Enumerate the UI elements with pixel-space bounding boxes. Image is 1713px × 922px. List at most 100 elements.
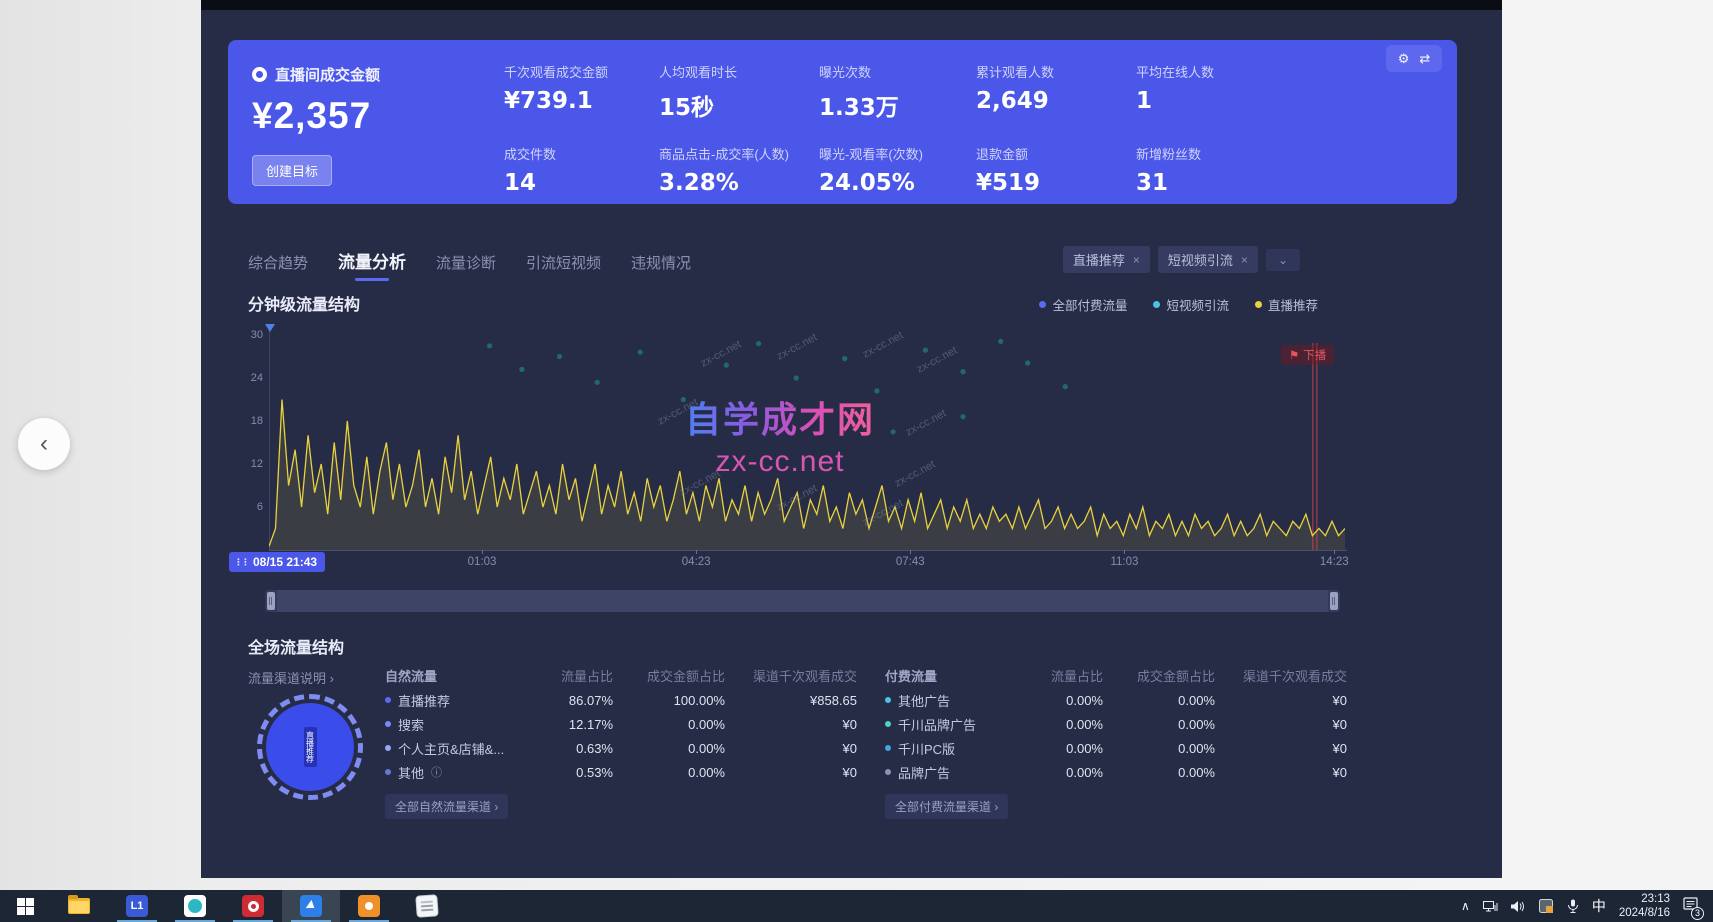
banner-tools: ⚙ ⇄ [1386, 45, 1442, 72]
metric-label: 成交件数 [504, 144, 659, 163]
legend-item-paid[interactable]: 全部付费流量 [1039, 295, 1127, 314]
minute-traffic-chart: 302418126 zx-cc.netzx-cc.netzx-cc.netzx-… [245, 323, 1349, 585]
x-tick-mark [1334, 550, 1335, 554]
swap-icon[interactable]: ⇄ [1419, 51, 1430, 67]
gear-icon[interactable]: ⚙ [1398, 51, 1410, 67]
notification-center-icon[interactable]: 3 [1683, 897, 1699, 916]
metric-label: 商品点击-成交率(人数) [659, 144, 819, 163]
row-dot [885, 721, 891, 727]
y-tick-label: 18 [251, 415, 263, 427]
metric-label: 累计观看人数 [976, 62, 1136, 81]
taskbar-notepad[interactable] [398, 890, 456, 922]
legend-item-video[interactable]: 短视频引流 [1153, 295, 1229, 314]
metric-value: 14 [504, 170, 659, 196]
tab-short-video[interactable]: 引流短视频 [526, 252, 601, 281]
traffic-line-svg [269, 323, 1345, 553]
filter-bar: 直播推荐 × 短视频引流 × ⌄ [1063, 246, 1300, 273]
tab-violations[interactable]: 违规情况 [631, 252, 691, 281]
tab-traffic-diagnosis[interactable]: 流量诊断 [436, 252, 496, 281]
target-icon [252, 67, 267, 82]
metric-label: 平均在线人数 [1136, 62, 1296, 81]
red-circle-app-icon [242, 895, 264, 917]
y-tick-label: 24 [251, 372, 263, 384]
taskbar-app-browser[interactable] [282, 890, 340, 922]
row-dot [385, 769, 391, 775]
taskbar-app-teal[interactable] [166, 890, 224, 922]
table-row: 品牌广告 0.00% 0.00% ¥0 [885, 760, 1347, 784]
network-icon[interactable] [1483, 900, 1498, 913]
y-tick-label: 12 [251, 458, 263, 470]
taskbar-file-explorer[interactable] [50, 890, 108, 922]
clock-time: 23:13 [1619, 892, 1670, 906]
chevron-right-icon: › [330, 671, 334, 686]
x-tick-mark [482, 550, 483, 554]
chevron-down-icon: ⌄ [1278, 253, 1288, 267]
table-row: 千川品牌广告 0.00% 0.00% ¥0 [885, 712, 1347, 736]
notification-badge: 3 [1691, 907, 1704, 920]
x-tick-label: 04:23 [682, 556, 711, 568]
tab-overall-trend[interactable]: 综合趋势 [248, 252, 308, 281]
metric-value: 1.33万 [819, 88, 976, 122]
metric-value: 24.05% [819, 170, 976, 196]
screenshot-app-icon[interactable] [1539, 899, 1554, 913]
all-natural-channels-link[interactable]: 全部自然流量渠道 › [385, 794, 508, 819]
windows-taskbar: L1 ∧ 中 23:13 2024/8/16 3 [0, 890, 1713, 922]
tab-traffic-analysis[interactable]: 流量分析 [338, 248, 406, 281]
speaker-icon[interactable] [1511, 900, 1526, 913]
ime-indicator[interactable]: 中 [1592, 896, 1606, 916]
filter-dropdown[interactable]: ⌄ [1266, 249, 1300, 271]
table-header: 付费流量 流量占比 成交金额占比 渠道千次观看成交 [885, 662, 1347, 688]
metric-label: 曝光-观看率(次数) [819, 144, 976, 163]
system-tray: ∧ 中 23:13 2024/8/16 3 [1461, 890, 1713, 922]
x-tick-mark [696, 550, 697, 554]
app-l1-icon: L1 [126, 895, 148, 917]
metric-value: ¥519 [976, 170, 1136, 196]
info-icon[interactable]: ⓘ [431, 764, 442, 780]
chevron-up-icon[interactable]: ∧ [1461, 899, 1470, 913]
taskbar-app-orange[interactable] [340, 890, 398, 922]
close-icon[interactable]: × [1241, 253, 1248, 267]
metric-label: 退款金额 [976, 144, 1136, 163]
taskbar-app-red[interactable] [224, 890, 282, 922]
x-tick-mark [1124, 550, 1125, 554]
close-icon[interactable]: × [1133, 253, 1140, 267]
chart-start-time-badge[interactable]: ⋮⋮ 08/15 21:43 [229, 552, 325, 572]
traffic-donut-chart: 直播推荐 [257, 694, 363, 800]
zoom-selected-range[interactable] [277, 590, 1328, 612]
traffic-section-title: 全场流量结构 [248, 634, 344, 658]
filter-tag-short-video[interactable]: 短视频引流 × [1158, 246, 1258, 273]
metric-label: 新增粉丝数 [1136, 144, 1296, 163]
row-dot [885, 697, 891, 703]
legend-dot [1153, 301, 1160, 308]
channel-note-link[interactable]: 流量渠道说明 › [248, 668, 334, 687]
kpi-banner: 直播间成交金额 ¥2,357 创建目标 千次观看成交金额¥739.1 人均观看时… [228, 40, 1457, 204]
table-header: 自然流量 流量占比 成交金额占比 渠道千次观看成交 [385, 662, 857, 688]
window-top-strip [201, 0, 1502, 10]
metric-label: 千次观看成交金额 [504, 62, 659, 81]
chart-zoom-scrollbar[interactable] [265, 590, 1340, 612]
grip-icon: ⋮⋮ [234, 557, 248, 568]
start-button[interactable] [0, 890, 50, 922]
arrow-app-icon [300, 895, 322, 917]
zoom-handle-right[interactable] [1330, 592, 1338, 610]
x-tick-label: 14:23 [1320, 556, 1349, 568]
x-tick-label: 01:03 [468, 556, 497, 568]
microphone-icon[interactable] [1567, 899, 1579, 913]
create-goal-button[interactable]: 创建目标 [252, 155, 332, 186]
legend-item-live[interactable]: 直播推荐 [1255, 295, 1318, 314]
metric-label: 曝光次数 [819, 62, 976, 81]
metric-value: 31 [1136, 170, 1296, 196]
folder-icon [68, 898, 90, 914]
filter-tag-live-recommend[interactable]: 直播推荐 × [1063, 246, 1150, 273]
metric-value: 2,649 [976, 88, 1136, 114]
all-paid-channels-link[interactable]: 全部付费流量渠道 › [885, 794, 1008, 819]
teal-app-icon [184, 895, 206, 917]
metric-value: 15秒 [659, 88, 819, 122]
y-tick-label: 30 [251, 329, 263, 341]
row-dot [385, 745, 391, 751]
taskbar-clock[interactable]: 23:13 2024/8/16 [1619, 892, 1670, 921]
zoom-handle-left[interactable] [267, 592, 275, 610]
taskbar-app-l1[interactable]: L1 [108, 890, 166, 922]
natural-traffic-table: 自然流量 流量占比 成交金额占比 渠道千次观看成交 直播推荐 86.07% 10… [385, 662, 857, 819]
previous-page-button[interactable]: ‹ [18, 418, 70, 470]
